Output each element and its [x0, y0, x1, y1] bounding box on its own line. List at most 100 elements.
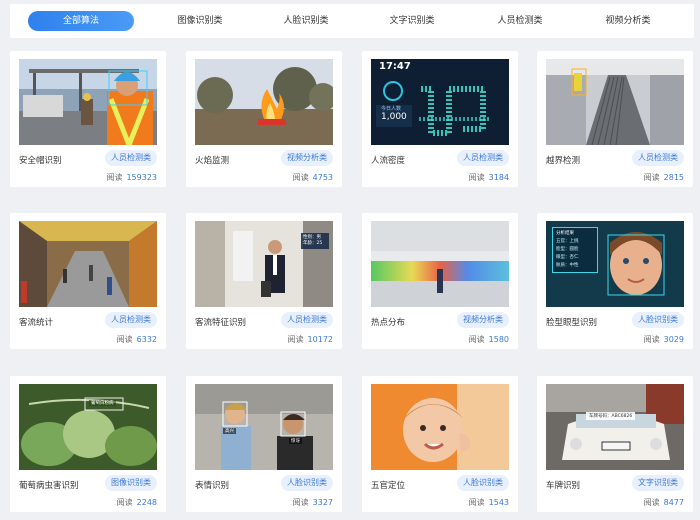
read-label: 阅读	[468, 335, 485, 344]
card-title: 安全帽识别	[19, 156, 62, 166]
expression-tag: 高兴	[223, 428, 236, 434]
read-count-value: 8477	[663, 498, 684, 507]
read-count: 阅读 8477	[644, 497, 684, 508]
read-label: 阅读	[643, 335, 660, 344]
card-title: 人流密度	[371, 156, 406, 166]
result-line: 五官：上挑	[556, 239, 579, 244]
fire-detection-thumbnail	[195, 59, 333, 145]
tab-video-analysis[interactable]: 视频分析类	[590, 11, 666, 31]
read-count-value: 2248	[136, 498, 157, 507]
read-label: 阅读	[643, 173, 660, 182]
read-label: 阅读	[643, 498, 660, 507]
card-title: 客流特征识别	[195, 318, 247, 328]
read-label: 阅读	[116, 335, 133, 344]
category-badge: 文字识别类	[632, 475, 684, 491]
algorithm-card[interactable]: 性别：男 年龄：25 客流特征识别 人员检测类 阅读 10172	[186, 213, 342, 349]
read-count-value: 1580	[488, 335, 509, 344]
read-count: 阅读 3327	[293, 497, 333, 508]
algorithm-card[interactable]: 客流统计 人员检测类 阅读 6332	[10, 213, 166, 349]
hotspot-heatmap-thumbnail	[371, 221, 509, 307]
read-count: 阅读 3029	[644, 334, 684, 345]
card-title: 五官定位	[371, 481, 406, 491]
read-count-value: 159323	[126, 173, 157, 182]
result-line: 眼型：杏仁	[556, 255, 579, 260]
algorithm-card[interactable]: 越界检测 人员检测类 阅读 2815	[537, 51, 693, 187]
read-count-value: 10172	[307, 335, 333, 344]
category-badge: 人员检测类	[105, 312, 157, 328]
read-count: 阅读 3184	[469, 172, 509, 183]
card-title: 脸型眼型识别	[546, 318, 598, 328]
read-count-value: 4753	[312, 173, 333, 182]
card-title: 客流统计	[19, 318, 54, 328]
category-badge: 人员检测类	[105, 150, 157, 166]
algorithm-card[interactable]: 车牌号码：ABC6826 车牌识别 文字识别类 阅读 8477	[537, 376, 693, 512]
analysis-result-panel: 分析结果 五官：上挑 脸型：圆脸 眼型：杏仁 肤质：中性	[552, 227, 598, 273]
read-count: 阅读 1580	[469, 334, 509, 345]
tab-person-detection[interactable]: 人员检测类	[482, 11, 558, 31]
card-title: 葡萄病虫害识别	[19, 481, 79, 491]
algorithm-card[interactable]: 高兴 惊讶 表情识别 人脸识别类 阅读 3327	[186, 376, 342, 512]
algorithm-card[interactable]: 热点分布 视频分析类 阅读 1580	[362, 213, 518, 349]
category-badge: 人脸识别类	[457, 475, 509, 491]
read-count: 阅读 10172	[288, 334, 333, 345]
category-badge: 人脸识别类	[281, 475, 333, 491]
algorithm-card[interactable]: 葡萄白粉病 葡萄病虫害识别 图像识别类 阅读 2248	[10, 376, 166, 512]
read-count: 阅读 6332	[117, 334, 157, 345]
algorithm-card[interactable]: 17:47 今日人数 1,000 人流密度 人员检测类 阅读 3184	[362, 51, 518, 187]
card-title: 表情识别	[195, 481, 230, 491]
grape-disease-thumbnail: 葡萄白粉病	[19, 384, 157, 470]
read-label: 阅读	[106, 173, 123, 182]
crowd-density-thumbnail: 17:47 今日人数 1,000	[371, 59, 509, 145]
read-label: 阅读	[468, 498, 485, 507]
read-count: 阅读 4753	[293, 172, 333, 183]
read-label: 阅读	[292, 173, 309, 182]
read-count-value: 3327	[312, 498, 333, 507]
disease-tag: 葡萄白粉病	[89, 400, 116, 406]
face-shape-thumbnail: 分析结果 五官：上挑 脸型：圆脸 眼型：杏仁 肤质：中性	[546, 221, 684, 307]
attribute-tag: 性别：男 年龄：25	[301, 233, 329, 249]
boundary-detection-thumbnail	[546, 59, 684, 145]
read-count: 阅读 2815	[644, 172, 684, 183]
read-label: 阅读	[287, 335, 304, 344]
read-label: 阅读	[468, 173, 485, 182]
read-label: 阅读	[116, 498, 133, 507]
read-count-value: 2815	[663, 173, 684, 182]
card-title: 火焰监测	[195, 156, 230, 166]
passenger-feature-thumbnail: 性别：男 年龄：25	[195, 221, 333, 307]
expression-tag: 惊讶	[289, 438, 302, 444]
tab-all-algorithms[interactable]: 全部算法	[28, 11, 134, 31]
algorithm-card[interactable]: 五官定位 人脸识别类 阅读 1543	[362, 376, 518, 512]
algorithm-card[interactable]: 安全帽识别 人员检测类 阅读 159323	[10, 51, 166, 187]
card-title: 热点分布	[371, 318, 406, 328]
expression-recognition-thumbnail: 高兴 惊讶	[195, 384, 333, 470]
category-badge: 图像识别类	[105, 475, 157, 491]
card-title: 车牌识别	[546, 481, 581, 491]
passenger-flow-thumbnail	[19, 221, 157, 307]
card-title: 越界检测	[546, 156, 581, 166]
result-line: 肤质：中性	[556, 263, 579, 268]
category-tab-bar: 全部算法 图像识别类 人脸识别类 文字识别类 人员检测类 视频分析类	[10, 4, 694, 38]
tab-image-recognition[interactable]: 图像识别类	[162, 11, 238, 31]
count-caption: 今日人数	[381, 106, 402, 112]
category-badge: 视频分析类	[281, 150, 333, 166]
category-badge: 人员检测类	[632, 150, 684, 166]
tab-face-recognition[interactable]: 人脸识别类	[268, 11, 344, 31]
read-count-value: 3184	[488, 173, 509, 182]
algorithm-card[interactable]: 分析结果 五官：上挑 脸型：圆脸 眼型：杏仁 肤质：中性 脸型眼型识别 人脸识别…	[537, 213, 693, 349]
read-count: 阅读 2248	[117, 497, 157, 508]
read-count-value: 3029	[663, 335, 684, 344]
read-count: 阅读 159323	[106, 172, 157, 183]
category-badge: 人员检测类	[281, 312, 333, 328]
read-count-value: 6332	[136, 335, 157, 344]
read-count: 阅读 1543	[469, 497, 509, 508]
hardhat-detection-thumbnail	[19, 59, 157, 145]
algorithm-card[interactable]: 火焰监测 视频分析类 阅读 4753	[186, 51, 342, 187]
clock-readout: 17:47	[379, 61, 411, 72]
read-label: 阅读	[292, 498, 309, 507]
tab-text-recognition[interactable]: 文字识别类	[374, 11, 450, 31]
category-badge: 人脸识别类	[632, 312, 684, 328]
people-count: 1,000	[381, 112, 407, 122]
plate-number-tag: 车牌号码：ABC6826	[586, 412, 636, 420]
license-plate-thumbnail: 车牌号码：ABC6826	[546, 384, 684, 470]
result-line: 脸型：圆脸	[556, 247, 579, 252]
